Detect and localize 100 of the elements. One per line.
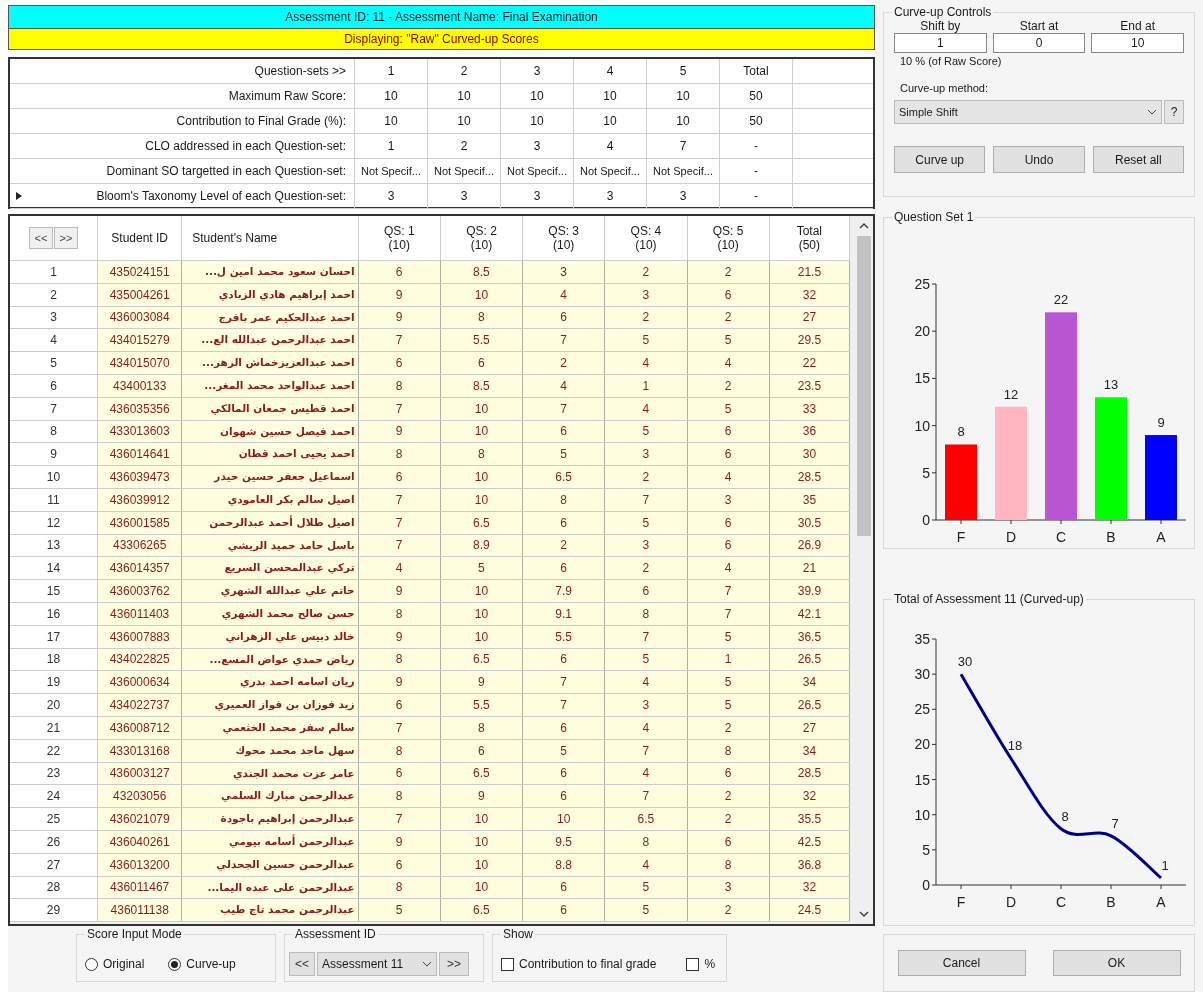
table-cell: حاتم علي عبدالله الشهري xyxy=(182,580,359,602)
action-button[interactable]: Undo xyxy=(993,146,1085,173)
checkbox[interactable] xyxy=(501,957,514,971)
scroll-up-icon[interactable] xyxy=(859,222,869,230)
radio-label[interactable]: Original xyxy=(103,955,145,973)
method-dropdown[interactable]: Simple Shift xyxy=(894,100,1162,124)
category-label: F xyxy=(956,528,966,545)
column-header[interactable]: QS: 4 xyxy=(630,224,662,238)
table-cell: 4 xyxy=(605,397,688,420)
column-header[interactable]: Student's Name xyxy=(192,231,278,245)
table-cell: حسن صالح محمد الشهري xyxy=(182,602,359,625)
table-cell: 436035356 xyxy=(98,397,183,420)
table-cell: 3 xyxy=(605,534,688,557)
input-field[interactable]: 0 xyxy=(992,33,1086,53)
assessment-dropdown[interactable]: Assessment 11 xyxy=(317,952,437,976)
max-score-label: (10) xyxy=(470,238,493,252)
row-label: CLO addressed in each Question-set: xyxy=(28,134,355,158)
table-cell: سهل ماجد محمد محوك xyxy=(182,739,359,762)
table-cell: احمد عبدالعزيزخماش الزهر... xyxy=(182,352,359,374)
dropdown-caret-icon[interactable] xyxy=(422,961,432,967)
data-label: 13 xyxy=(1103,376,1119,392)
table-cell: 5 xyxy=(605,899,688,922)
category-label: D xyxy=(1005,894,1017,911)
next-button[interactable]: >> xyxy=(439,952,469,976)
group-title: Show xyxy=(501,927,536,941)
field-label: End at xyxy=(1120,19,1156,33)
row-number: 15 xyxy=(10,580,99,602)
scroll-down-icon[interactable] xyxy=(859,910,869,918)
scrollbar-thumb[interactable] xyxy=(857,236,871,536)
table-cell: 21.5 xyxy=(769,261,850,283)
table-cell: 7 xyxy=(523,329,606,352)
table-cell: خالد دبيس علي الزهراني xyxy=(182,625,359,648)
radio-button[interactable] xyxy=(168,957,182,971)
checkbox-label[interactable]: % xyxy=(704,955,716,973)
data-label: 1 xyxy=(1161,858,1169,874)
column-header[interactable]: Total xyxy=(796,224,823,238)
table-cell: 43306265 xyxy=(98,534,183,557)
tick-label: 10 xyxy=(914,807,930,824)
dialog-button[interactable]: OK xyxy=(1052,950,1181,977)
checkbox[interactable] xyxy=(686,957,700,971)
table-cell: 3 xyxy=(355,184,428,208)
category-label: A xyxy=(1156,528,1166,545)
field-label: Curve-up method: xyxy=(899,80,990,96)
checkbox-label[interactable]: Contribution to final grade xyxy=(519,955,657,973)
tick-label: 5 xyxy=(922,842,930,859)
table-cell: 4 xyxy=(523,375,606,397)
row-number: 8 xyxy=(10,420,99,443)
action-button[interactable]: Curve up xyxy=(894,146,986,173)
data-label: 8 xyxy=(1061,809,1069,825)
group-title: Curve-up Controls xyxy=(892,5,994,19)
display-mode-banner: Displaying: "Raw" Curved-up Scores xyxy=(8,29,875,50)
table-cell: عبدالرحمن أسامه بيومي xyxy=(182,830,359,853)
column-header[interactable]: QS: 1 xyxy=(383,224,415,238)
table-cell: 6 xyxy=(523,420,606,443)
table-cell: 6 xyxy=(523,648,606,671)
column-header[interactable]: QS: 3 xyxy=(548,224,580,238)
category-label: C xyxy=(1055,894,1067,911)
table-cell: 5 xyxy=(358,899,441,922)
radio-button[interactable] xyxy=(85,957,98,971)
table-cell: 6 xyxy=(440,352,524,374)
help-button[interactable]: ? xyxy=(1164,100,1184,124)
category-label: C xyxy=(1055,528,1067,545)
table-cell: 3 xyxy=(428,184,501,208)
group-title: Question Set 1 xyxy=(892,209,976,224)
table-cell: 6 xyxy=(358,694,441,716)
row-number: 6 xyxy=(10,375,99,397)
table-cell: 2 xyxy=(428,134,501,158)
row-number: 13 xyxy=(10,534,99,557)
row-number: 28 xyxy=(10,876,99,899)
nav-button[interactable]: >> xyxy=(54,227,79,249)
column-header[interactable]: QS: 5 xyxy=(712,224,744,238)
column-header[interactable]: Student ID xyxy=(111,231,169,245)
nav-button[interactable]: << xyxy=(29,227,54,249)
table-cell: 43400133 xyxy=(98,375,183,397)
table-cell: Not Specif... xyxy=(574,159,647,183)
table-cell: 2 xyxy=(428,59,501,83)
previous-button[interactable]: << xyxy=(289,952,315,976)
table-cell: 5.5 xyxy=(523,625,606,648)
action-button[interactable]: Reset all xyxy=(1092,146,1184,173)
dialog-button[interactable]: Cancel xyxy=(897,950,1026,977)
category-label: F xyxy=(956,894,966,911)
dropdown-caret-icon[interactable] xyxy=(1147,109,1157,115)
input-field[interactable]: 1 xyxy=(894,33,987,53)
table-cell: 50 xyxy=(720,84,793,108)
table-cell: 9 xyxy=(358,580,441,602)
table-cell: - xyxy=(720,184,793,208)
table-cell: 436000634 xyxy=(98,671,183,694)
data-label: 7 xyxy=(1111,816,1119,832)
radio-label[interactable]: Curve-up xyxy=(186,955,236,973)
column-header[interactable]: QS: 2 xyxy=(466,224,497,238)
tick-label: 0 xyxy=(922,877,930,894)
table-cell: 6 xyxy=(523,716,606,739)
input-field[interactable]: 10 xyxy=(1091,33,1184,53)
tick-label: 35 xyxy=(914,631,930,648)
table-cell: سالم سفر محمد الخثعمي xyxy=(182,716,359,739)
row-number: 24 xyxy=(10,785,99,808)
table-cell: 6 xyxy=(358,352,441,374)
table-cell: 6 xyxy=(523,557,606,580)
field-label: Start at xyxy=(1019,19,1059,33)
table-cell: 436013200 xyxy=(98,853,183,876)
